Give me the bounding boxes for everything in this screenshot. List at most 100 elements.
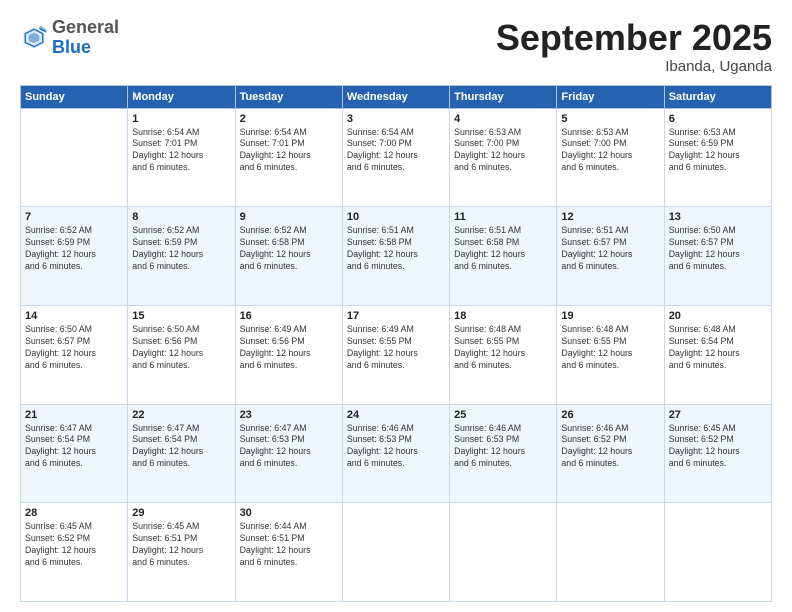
day-info: Sunrise: 6:45 AM Sunset: 6:51 PM Dayligh… [132,521,230,569]
calendar-cell: 14 Sunrise: 6:50 AM Sunset: 6:57 PM Dayli… [21,305,128,404]
day-info: Sunrise: 6:51 AM Sunset: 6:58 PM Dayligh… [347,225,445,273]
col-sunday: Sunday [21,85,128,108]
logo-text: General Blue [52,18,119,58]
day-info: Sunrise: 6:54 AM Sunset: 7:01 PM Dayligh… [132,127,230,175]
day-number: 5 [561,113,659,125]
day-info: Sunrise: 6:49 AM Sunset: 6:56 PM Dayligh… [240,324,338,372]
calendar-cell: 11 Sunrise: 6:51 AM Sunset: 6:58 PM Dayli… [450,207,557,306]
calendar-cell: 20 Sunrise: 6:48 AM Sunset: 6:54 PM Dayli… [664,305,771,404]
page: General Blue September 2025 Ibanda, Ugan… [0,0,792,612]
day-info: Sunrise: 6:45 AM Sunset: 6:52 PM Dayligh… [25,521,123,569]
calendar-cell: 6 Sunrise: 6:53 AM Sunset: 6:59 PM Daylig… [664,108,771,207]
calendar-cell: 8 Sunrise: 6:52 AM Sunset: 6:59 PM Daylig… [128,207,235,306]
day-info: Sunrise: 6:53 AM Sunset: 6:59 PM Dayligh… [669,127,767,175]
day-number: 3 [347,113,445,125]
calendar-cell: 5 Sunrise: 6:53 AM Sunset: 7:00 PM Daylig… [557,108,664,207]
header: General Blue September 2025 Ibanda, Ugan… [20,18,772,75]
calendar-cell [342,503,449,602]
calendar-cell: 15 Sunrise: 6:50 AM Sunset: 6:56 PM Dayli… [128,305,235,404]
day-number: 15 [132,310,230,322]
calendar-cell [450,503,557,602]
calendar-cell: 18 Sunrise: 6:48 AM Sunset: 6:55 PM Dayli… [450,305,557,404]
col-monday: Monday [128,85,235,108]
logo: General Blue [20,18,119,58]
calendar-cell: 4Sunrise: 6:53 AM Sunset: 7:00 PM Daylig… [450,108,557,207]
calendar: Sunday Monday Tuesday Wednesday Thursday… [20,85,772,602]
logo-blue: Blue [52,37,91,57]
col-tuesday: Tuesday [235,85,342,108]
day-info: Sunrise: 6:50 AM Sunset: 6:56 PM Dayligh… [132,324,230,372]
calendar-cell: 3 Sunrise: 6:54 AM Sunset: 7:00 PM Daylig… [342,108,449,207]
calendar-cell [557,503,664,602]
day-info: Sunrise: 6:54 AM Sunset: 7:01 PM Dayligh… [240,127,338,175]
col-thursday: Thursday [450,85,557,108]
calendar-cell: 2Sunrise: 6:54 AM Sunset: 7:01 PM Daylig… [235,108,342,207]
day-info: Sunrise: 6:51 AM Sunset: 6:57 PM Dayligh… [561,225,659,273]
day-info: Sunrise: 6:53 AM Sunset: 7:00 PM Dayligh… [561,127,659,175]
day-info: Sunrise: 6:48 AM Sunset: 6:54 PM Dayligh… [669,324,767,372]
day-info: Sunrise: 6:53 AM Sunset: 7:00 PM Dayligh… [454,127,552,175]
day-number: 18 [454,310,552,322]
calendar-cell: 27Sunrise: 6:45 AM Sunset: 6:52 PM Dayli… [664,404,771,503]
day-number: 21 [25,409,123,421]
calendar-week-row: 1Sunrise: 6:54 AM Sunset: 7:01 PM Daylig… [21,108,772,207]
calendar-cell: 1Sunrise: 6:54 AM Sunset: 7:01 PM Daylig… [128,108,235,207]
calendar-cell: 25Sunrise: 6:46 AM Sunset: 6:53 PM Dayli… [450,404,557,503]
day-number: 24 [347,409,445,421]
day-number: 29 [132,507,230,519]
calendar-cell: 21 Sunrise: 6:47 AM Sunset: 6:54 PM Dayli… [21,404,128,503]
day-info: Sunrise: 6:52 AM Sunset: 6:59 PM Dayligh… [25,225,123,273]
calendar-cell: 10 Sunrise: 6:51 AM Sunset: 6:58 PM Dayli… [342,207,449,306]
day-info: Sunrise: 6:49 AM Sunset: 6:55 PM Dayligh… [347,324,445,372]
day-number: 20 [669,310,767,322]
day-info: Sunrise: 6:46 AM Sunset: 6:53 PM Dayligh… [347,423,445,471]
day-number: 28 [25,507,123,519]
day-number: 19 [561,310,659,322]
day-info: Sunrise: 6:47 AM Sunset: 6:53 PM Dayligh… [240,423,338,471]
calendar-cell: 22 Sunrise: 6:47 AM Sunset: 6:54 PM Dayli… [128,404,235,503]
calendar-cell: 26Sunrise: 6:46 AM Sunset: 6:52 PM Dayli… [557,404,664,503]
calendar-week-row: 21 Sunrise: 6:47 AM Sunset: 6:54 PM Dayli… [21,404,772,503]
day-info: Sunrise: 6:52 AM Sunset: 6:59 PM Dayligh… [132,225,230,273]
month-title: September 2025 [496,18,772,58]
day-info: Sunrise: 6:50 AM Sunset: 6:57 PM Dayligh… [25,324,123,372]
day-info: Sunrise: 6:44 AM Sunset: 6:51 PM Dayligh… [240,521,338,569]
calendar-cell: 13Sunrise: 6:50 AM Sunset: 6:57 PM Dayli… [664,207,771,306]
day-info: Sunrise: 6:48 AM Sunset: 6:55 PM Dayligh… [561,324,659,372]
location: Ibanda, Uganda [496,58,772,75]
day-number: 8 [132,211,230,223]
day-number: 9 [240,211,338,223]
title-block: September 2025 Ibanda, Uganda [496,18,772,75]
day-number: 13 [669,211,767,223]
day-number: 14 [25,310,123,322]
day-info: Sunrise: 6:51 AM Sunset: 6:58 PM Dayligh… [454,225,552,273]
col-friday: Friday [557,85,664,108]
day-number: 22 [132,409,230,421]
calendar-body: 1Sunrise: 6:54 AM Sunset: 7:01 PM Daylig… [21,108,772,601]
calendar-cell: 30 Sunrise: 6:44 AM Sunset: 6:51 PM Dayli… [235,503,342,602]
calendar-week-row: 7 Sunrise: 6:52 AM Sunset: 6:59 PM Daylig… [21,207,772,306]
day-info: Sunrise: 6:48 AM Sunset: 6:55 PM Dayligh… [454,324,552,372]
calendar-cell: 9 Sunrise: 6:52 AM Sunset: 6:58 PM Daylig… [235,207,342,306]
day-number: 12 [561,211,659,223]
day-info: Sunrise: 6:47 AM Sunset: 6:54 PM Dayligh… [25,423,123,471]
day-number: 10 [347,211,445,223]
logo-icon [20,24,48,52]
calendar-cell: 16 Sunrise: 6:49 AM Sunset: 6:56 PM Dayli… [235,305,342,404]
day-info: Sunrise: 6:52 AM Sunset: 6:58 PM Dayligh… [240,225,338,273]
calendar-cell [21,108,128,207]
col-wednesday: Wednesday [342,85,449,108]
day-number: 16 [240,310,338,322]
day-info: Sunrise: 6:54 AM Sunset: 7:00 PM Dayligh… [347,127,445,175]
day-number: 23 [240,409,338,421]
day-info: Sunrise: 6:47 AM Sunset: 6:54 PM Dayligh… [132,423,230,471]
day-number: 30 [240,507,338,519]
calendar-cell: 24 Sunrise: 6:46 AM Sunset: 6:53 PM Dayli… [342,404,449,503]
calendar-week-row: 14 Sunrise: 6:50 AM Sunset: 6:57 PM Dayli… [21,305,772,404]
day-number: 6 [669,113,767,125]
day-number: 7 [25,211,123,223]
calendar-cell: 29 Sunrise: 6:45 AM Sunset: 6:51 PM Dayli… [128,503,235,602]
day-number: 11 [454,211,552,223]
logo-general: General [52,17,119,37]
day-number: 26 [561,409,659,421]
